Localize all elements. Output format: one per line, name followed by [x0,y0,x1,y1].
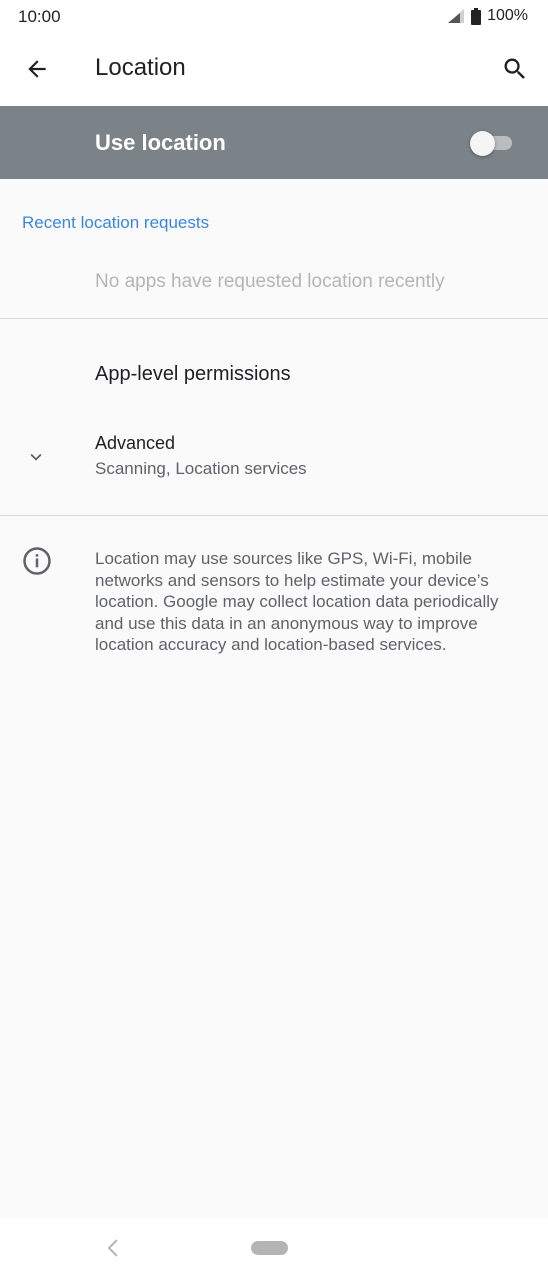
info-icon [23,547,51,575]
app-level-permissions-item[interactable]: App-level permissions [0,340,548,406]
use-location-row[interactable]: Use location [0,106,548,179]
navigation-bar [0,1218,548,1282]
use-location-label: Use location [95,130,226,155]
advanced-title: Advanced [95,433,176,453]
status-bar: 10:00 100% [0,0,548,34]
battery-icon [471,7,482,25]
nav-home-pill[interactable] [251,1241,288,1255]
app-level-permissions-label: App-level permissions [95,363,291,385]
signal-icon [448,9,465,23]
chevron-down-icon [30,453,42,461]
recent-requests-empty-message: No apps have requested location recently [95,271,445,292]
recent-requests-header: Recent location requests [22,213,210,232]
divider [0,515,548,516]
toggle-thumb [470,131,495,156]
arrow-back-icon [28,60,46,78]
status-icons: 100% [447,7,528,25]
advanced-item[interactable]: Advanced Scanning, Location services [0,420,548,500]
battery-percentage: 100% [487,7,528,24]
location-info-text: Location may use sources like GPS, Wi-Fi… [95,549,499,654]
search-icon [504,58,525,79]
expand-advanced-button[interactable] [22,443,50,471]
use-location-toggle[interactable] [470,131,514,156]
divider [0,318,548,319]
location-settings-screen: 10:00 100% Location Use location Recent … [0,0,548,1282]
page-title: Location [95,54,186,81]
search-button[interactable] [492,46,538,92]
nav-back-icon[interactable] [102,1236,126,1260]
status-time: 10:00 [18,7,61,26]
app-bar: Location [0,34,548,106]
advanced-summary: Scanning, Location services [95,459,307,478]
back-button[interactable] [14,46,60,92]
